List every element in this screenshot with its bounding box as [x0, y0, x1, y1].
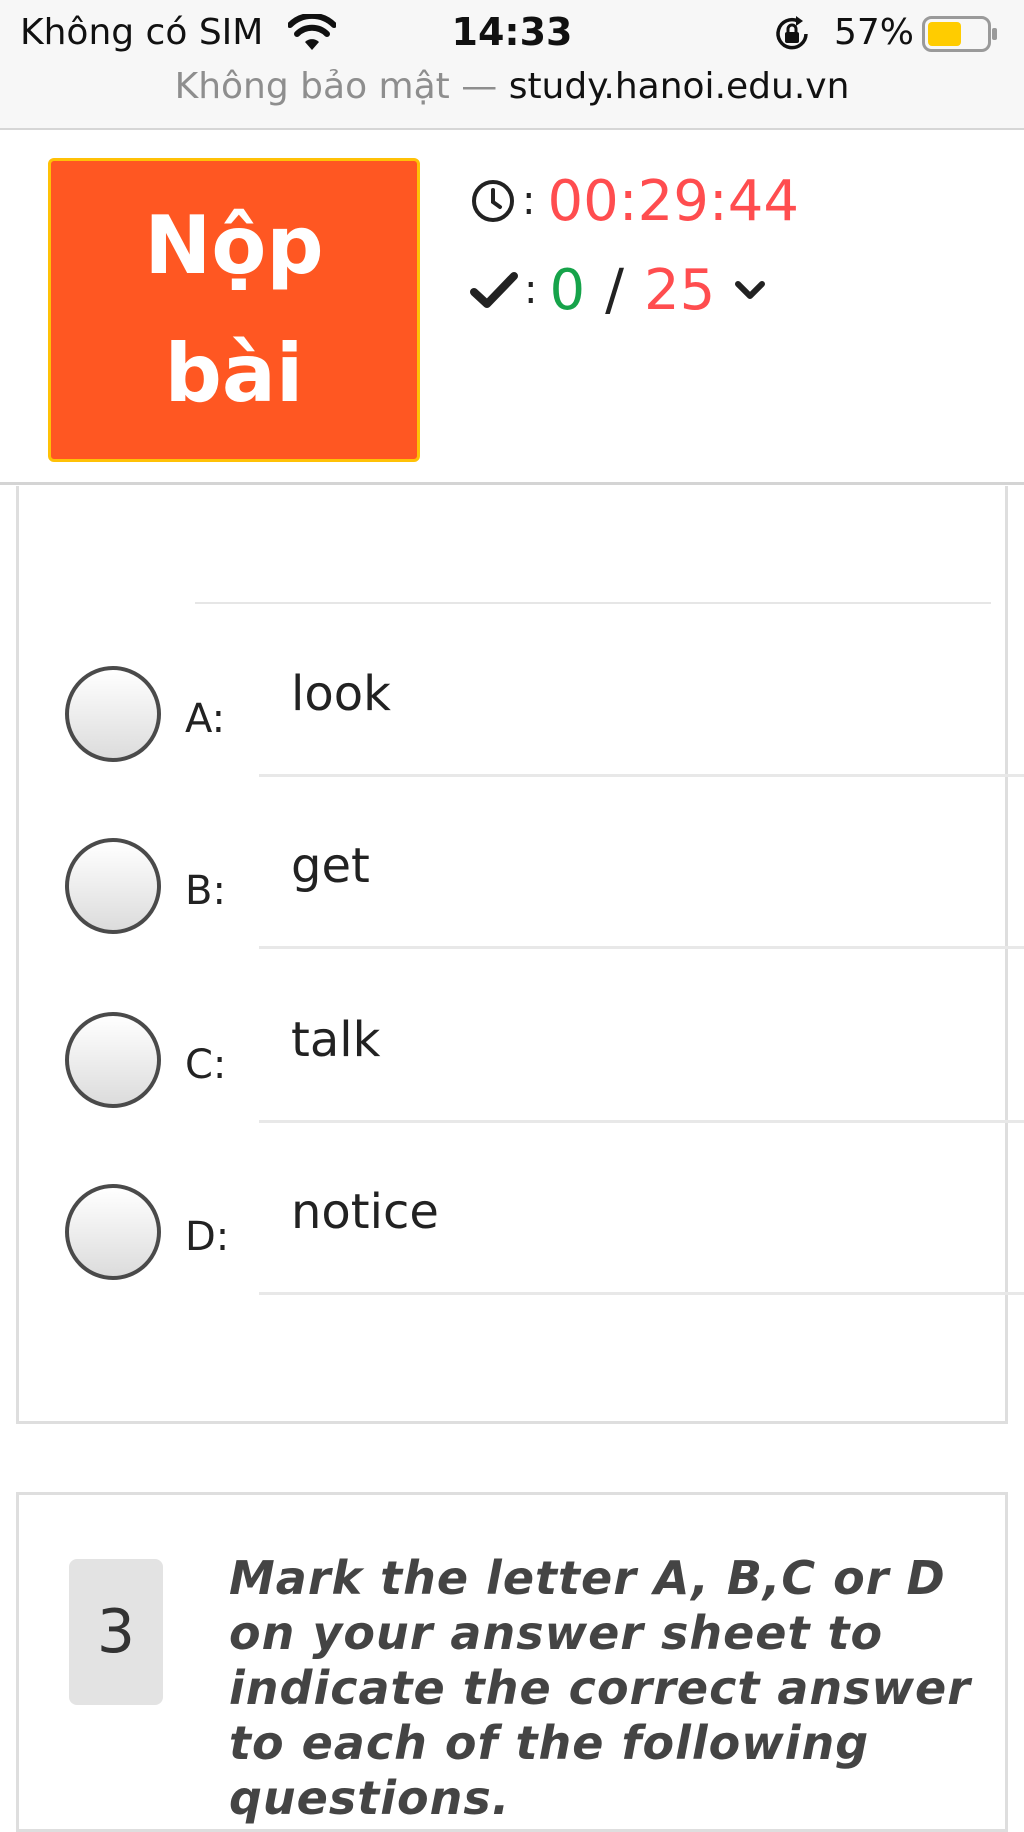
question-prompt: Mark the letter A, B,C or D on your answ…	[229, 1551, 971, 1825]
question-card-3: 3 Mark the letter A, B,C or D on your an…	[16, 1492, 1008, 1832]
option-d-radio[interactable]	[65, 1184, 161, 1280]
status-bar: Không có SIM 14:33 57% Không bảo mật — s…	[0, 0, 1024, 130]
check-icon	[470, 272, 518, 308]
option-divider	[259, 946, 1024, 949]
timer-value: 00:29:44	[547, 168, 799, 234]
timer: : 00:29:44	[470, 166, 799, 236]
option-d-text: notice	[291, 1184, 439, 1240]
option-b[interactable]: B: get	[19, 838, 1024, 1010]
question-number: 3	[69, 1559, 163, 1705]
option-a-text: look	[291, 666, 391, 722]
option-b-radio[interactable]	[65, 838, 161, 934]
option-c[interactable]: C: talk	[19, 1012, 1024, 1184]
answer-progress[interactable]: : 0 / 25	[470, 250, 767, 330]
address-bar[interactable]: Không bảo mật — study.hanoi.edu.vn	[0, 66, 1024, 107]
domain-label: study.hanoi.edu.vn	[508, 66, 850, 107]
option-c-letter: C:	[185, 1042, 227, 1088]
option-c-radio[interactable]	[65, 1012, 161, 1108]
exam-header: Nộp bài : 00:29:44 : 0 / 25	[0, 130, 1024, 485]
rotation-lock-icon	[776, 16, 808, 50]
progress-slash: /	[605, 257, 624, 323]
option-a-radio[interactable]	[65, 666, 161, 762]
answered-count: 0	[549, 257, 586, 323]
battery-icon	[922, 16, 997, 52]
question-divider	[195, 602, 991, 604]
timer-colon: :	[522, 178, 536, 224]
battery-percent: 57%	[834, 12, 915, 53]
progress-colon: :	[524, 267, 538, 313]
option-a[interactable]: A: look	[19, 666, 1024, 838]
option-d-letter: D:	[185, 1214, 230, 1260]
submit-button[interactable]: Nộp bài	[48, 158, 420, 462]
option-b-letter: B:	[185, 868, 226, 914]
option-divider	[259, 774, 1024, 777]
option-a-letter: A:	[185, 696, 226, 742]
clock-icon	[472, 180, 514, 222]
option-divider	[259, 1120, 1024, 1123]
option-b-text: get	[291, 838, 370, 894]
total-count: 25	[644, 257, 716, 323]
option-d[interactable]: D: notice	[19, 1184, 1024, 1356]
question-card: A: look B: get C: talk D: notice	[16, 486, 1024, 1424]
option-c-text: talk	[291, 1012, 381, 1068]
chevron-down-icon[interactable]	[733, 273, 767, 307]
option-divider	[259, 1292, 1024, 1295]
security-label: Không bảo mật —	[174, 66, 498, 107]
